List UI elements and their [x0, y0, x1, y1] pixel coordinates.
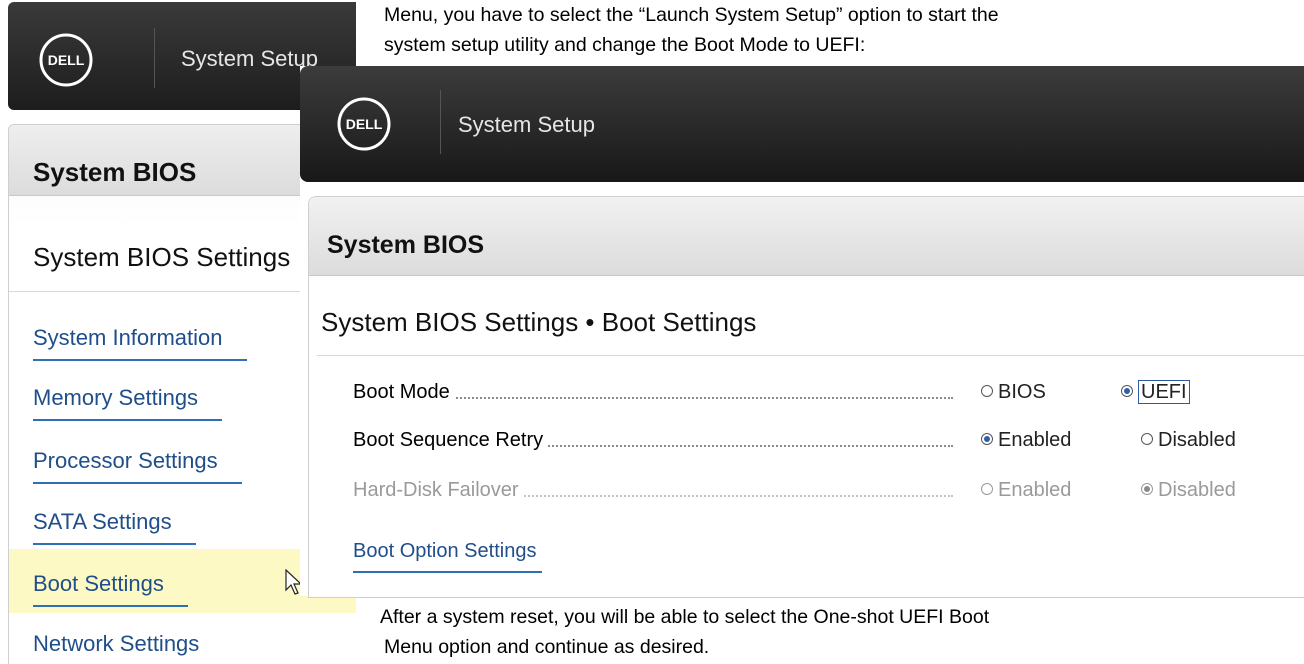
title-separator	[154, 28, 155, 88]
setting-row-hard-disk-failover: Hard-Disk Failover Enabled Disabled	[353, 479, 1253, 509]
settings-panel: System BIOS System BIOS Settings • Boot …	[308, 196, 1304, 598]
app-title: System Setup	[458, 112, 595, 137]
doc-paragraph-line: After a system reset, you will be able t…	[380, 606, 990, 628]
nav-item-sata-settings[interactable]: SATA Settings	[33, 509, 196, 545]
doc-paragraph-line: system setup utility and change the Boot…	[384, 34, 866, 56]
setting-row-boot-sequence-retry: Boot Sequence Retry Enabled Disabled	[353, 429, 1253, 459]
hdd-failover-enabled-radio: Enabled	[981, 479, 1071, 502]
radio-selected-icon	[1141, 482, 1153, 495]
hdd-failover-disabled-radio: Disabled	[1141, 479, 1236, 502]
section-header: System BIOS	[309, 197, 1304, 276]
foreground-setup-window: DELL System Setup System BIOS System BIO…	[300, 66, 1304, 598]
boot-mode-bios-radio[interactable]: BIOS	[981, 381, 1046, 404]
svg-text:DELL: DELL	[346, 116, 383, 132]
radio-unselected-icon	[981, 384, 993, 397]
boot-option-settings-link[interactable]: Boot Option Settings	[353, 540, 543, 573]
radio-unselected-icon	[1141, 432, 1153, 445]
svg-text:DELL: DELL	[48, 52, 85, 68]
nav-item-memory-settings[interactable]: Memory Settings	[33, 385, 223, 421]
page-title: System BIOS Settings	[33, 242, 291, 272]
app-title: System Setup	[181, 46, 318, 71]
setting-label: Boot Mode	[353, 381, 454, 404]
radio-unselected-icon	[981, 482, 993, 495]
dell-logo-icon: DELL	[337, 97, 391, 151]
boot-mode-uefi-radio[interactable]: UEFI	[1121, 380, 1190, 404]
doc-paragraph-line: Menu option and continue as desired.	[384, 636, 710, 658]
setting-row-boot-mode: Boot Mode BIOS UEFI	[353, 380, 1253, 411]
dell-logo-icon: DELL	[39, 33, 93, 87]
divider	[317, 355, 1304, 356]
section-title: System BIOS	[327, 231, 485, 259]
nav-item-processor-settings[interactable]: Processor Settings	[33, 448, 242, 484]
nav-item-boot-settings[interactable]: Boot Settings	[33, 571, 188, 607]
section-title: System BIOS	[33, 157, 197, 187]
title-separator	[440, 90, 441, 154]
page-title: System BIOS Settings • Boot Settings	[321, 307, 757, 337]
doc-paragraph-line: Menu, you have to select the “Launch Sys…	[384, 4, 999, 26]
radio-selected-icon	[981, 432, 993, 445]
nav-item-network-settings[interactable]: Network Settings	[33, 631, 199, 657]
setting-label: Boot Sequence Retry	[353, 429, 548, 452]
boot-retry-disabled-radio[interactable]: Disabled	[1141, 429, 1236, 452]
nav-item-system-information[interactable]: System Information	[33, 325, 246, 361]
title-bar: DELL System Setup	[300, 66, 1304, 182]
setting-label: Hard-Disk Failover	[353, 479, 523, 502]
boot-retry-enabled-radio[interactable]: Enabled	[981, 429, 1071, 452]
radio-selected-icon	[1121, 384, 1133, 397]
